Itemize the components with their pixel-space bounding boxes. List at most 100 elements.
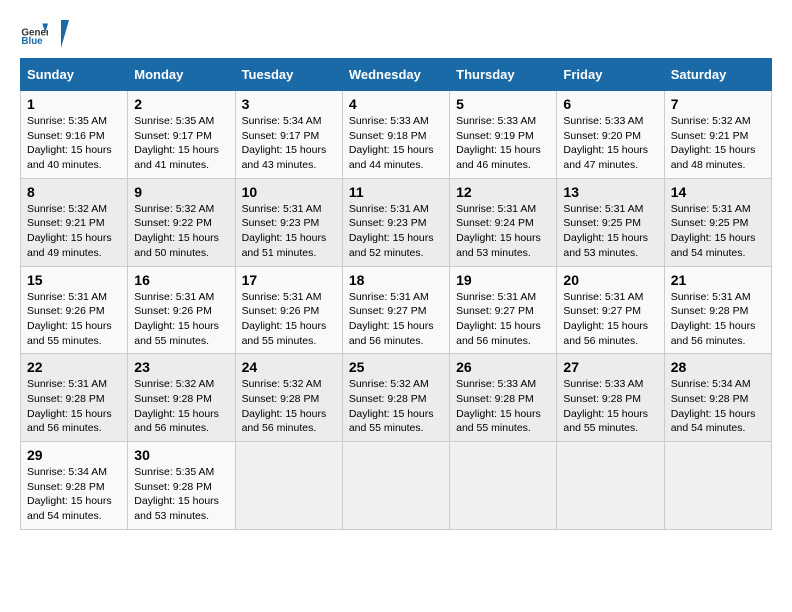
day-number: 23 bbox=[134, 359, 228, 375]
day-cell: 22 Sunrise: 5:31 AMSunset: 9:28 PMDaylig… bbox=[21, 354, 128, 442]
day-cell: 14 Sunrise: 5:31 AMSunset: 9:25 PMDaylig… bbox=[664, 178, 771, 266]
empty-cell bbox=[557, 442, 664, 530]
day-info: Sunrise: 5:31 AMSunset: 9:26 PMDaylight:… bbox=[27, 291, 112, 347]
day-info: Sunrise: 5:33 AMSunset: 9:18 PMDaylight:… bbox=[349, 115, 434, 171]
day-cell: 17 Sunrise: 5:31 AMSunset: 9:26 PMDaylig… bbox=[235, 266, 342, 354]
day-info: Sunrise: 5:32 AMSunset: 9:28 PMDaylight:… bbox=[134, 378, 219, 434]
day-info: Sunrise: 5:34 AMSunset: 9:17 PMDaylight:… bbox=[242, 115, 327, 171]
day-info: Sunrise: 5:35 AMSunset: 9:17 PMDaylight:… bbox=[134, 115, 219, 171]
day-number: 11 bbox=[349, 184, 443, 200]
day-info: Sunrise: 5:33 AMSunset: 9:28 PMDaylight:… bbox=[563, 378, 648, 434]
header-thursday: Thursday bbox=[450, 59, 557, 91]
day-info: Sunrise: 5:31 AMSunset: 9:27 PMDaylight:… bbox=[456, 291, 541, 347]
day-number: 19 bbox=[456, 272, 550, 288]
day-info: Sunrise: 5:34 AMSunset: 9:28 PMDaylight:… bbox=[671, 378, 756, 434]
day-number: 28 bbox=[671, 359, 765, 375]
calendar-table: Sunday Monday Tuesday Wednesday Thursday… bbox=[20, 58, 772, 530]
empty-cell bbox=[450, 442, 557, 530]
day-info: Sunrise: 5:32 AMSunset: 9:22 PMDaylight:… bbox=[134, 203, 219, 259]
weekday-header-row: Sunday Monday Tuesday Wednesday Thursday… bbox=[21, 59, 772, 91]
day-number: 5 bbox=[456, 96, 550, 112]
day-info: Sunrise: 5:31 AMSunset: 9:23 PMDaylight:… bbox=[349, 203, 434, 259]
day-number: 18 bbox=[349, 272, 443, 288]
day-info: Sunrise: 5:32 AMSunset: 9:21 PMDaylight:… bbox=[27, 203, 112, 259]
day-info: Sunrise: 5:35 AMSunset: 9:16 PMDaylight:… bbox=[27, 115, 112, 171]
day-cell: 25 Sunrise: 5:32 AMSunset: 9:28 PMDaylig… bbox=[342, 354, 449, 442]
day-info: Sunrise: 5:31 AMSunset: 9:28 PMDaylight:… bbox=[671, 291, 756, 347]
header-saturday: Saturday bbox=[664, 59, 771, 91]
day-info: Sunrise: 5:31 AMSunset: 9:26 PMDaylight:… bbox=[242, 291, 327, 347]
day-cell: 8 Sunrise: 5:32 AMSunset: 9:21 PMDayligh… bbox=[21, 178, 128, 266]
day-cell: 20 Sunrise: 5:31 AMSunset: 9:27 PMDaylig… bbox=[557, 266, 664, 354]
day-cell: 29 Sunrise: 5:34 AMSunset: 9:28 PMDaylig… bbox=[21, 442, 128, 530]
day-info: Sunrise: 5:33 AMSunset: 9:19 PMDaylight:… bbox=[456, 115, 541, 171]
day-info: Sunrise: 5:31 AMSunset: 9:25 PMDaylight:… bbox=[563, 203, 648, 259]
day-cell: 1 Sunrise: 5:35 AMSunset: 9:16 PMDayligh… bbox=[21, 91, 128, 179]
day-cell: 18 Sunrise: 5:31 AMSunset: 9:27 PMDaylig… bbox=[342, 266, 449, 354]
day-info: Sunrise: 5:31 AMSunset: 9:23 PMDaylight:… bbox=[242, 203, 327, 259]
day-number: 4 bbox=[349, 96, 443, 112]
day-info: Sunrise: 5:31 AMSunset: 9:27 PMDaylight:… bbox=[563, 291, 648, 347]
calendar-row: 8 Sunrise: 5:32 AMSunset: 9:21 PMDayligh… bbox=[21, 178, 772, 266]
day-cell: 15 Sunrise: 5:31 AMSunset: 9:26 PMDaylig… bbox=[21, 266, 128, 354]
header-friday: Friday bbox=[557, 59, 664, 91]
day-number: 22 bbox=[27, 359, 121, 375]
day-info: Sunrise: 5:31 AMSunset: 9:26 PMDaylight:… bbox=[134, 291, 219, 347]
empty-cell bbox=[342, 442, 449, 530]
day-cell: 4 Sunrise: 5:33 AMSunset: 9:18 PMDayligh… bbox=[342, 91, 449, 179]
day-cell: 3 Sunrise: 5:34 AMSunset: 9:17 PMDayligh… bbox=[235, 91, 342, 179]
logo: General Blue bbox=[20, 20, 70, 48]
day-number: 2 bbox=[134, 96, 228, 112]
day-number: 12 bbox=[456, 184, 550, 200]
day-cell: 26 Sunrise: 5:33 AMSunset: 9:28 PMDaylig… bbox=[450, 354, 557, 442]
day-number: 10 bbox=[242, 184, 336, 200]
day-number: 1 bbox=[27, 96, 121, 112]
day-cell: 10 Sunrise: 5:31 AMSunset: 9:23 PMDaylig… bbox=[235, 178, 342, 266]
day-info: Sunrise: 5:32 AMSunset: 9:21 PMDaylight:… bbox=[671, 115, 756, 171]
header-wednesday: Wednesday bbox=[342, 59, 449, 91]
day-number: 24 bbox=[242, 359, 336, 375]
page-header: General Blue bbox=[20, 20, 772, 48]
day-info: Sunrise: 5:32 AMSunset: 9:28 PMDaylight:… bbox=[242, 378, 327, 434]
day-number: 7 bbox=[671, 96, 765, 112]
day-cell: 30 Sunrise: 5:35 AMSunset: 9:28 PMDaylig… bbox=[128, 442, 235, 530]
day-number: 14 bbox=[671, 184, 765, 200]
day-number: 20 bbox=[563, 272, 657, 288]
day-cell: 16 Sunrise: 5:31 AMSunset: 9:26 PMDaylig… bbox=[128, 266, 235, 354]
day-cell: 7 Sunrise: 5:32 AMSunset: 9:21 PMDayligh… bbox=[664, 91, 771, 179]
day-cell: 5 Sunrise: 5:33 AMSunset: 9:19 PMDayligh… bbox=[450, 91, 557, 179]
day-cell: 6 Sunrise: 5:33 AMSunset: 9:20 PMDayligh… bbox=[557, 91, 664, 179]
day-number: 26 bbox=[456, 359, 550, 375]
day-info: Sunrise: 5:31 AMSunset: 9:27 PMDaylight:… bbox=[349, 291, 434, 347]
day-number: 8 bbox=[27, 184, 121, 200]
day-cell: 11 Sunrise: 5:31 AMSunset: 9:23 PMDaylig… bbox=[342, 178, 449, 266]
header-sunday: Sunday bbox=[21, 59, 128, 91]
day-info: Sunrise: 5:31 AMSunset: 9:28 PMDaylight:… bbox=[27, 378, 112, 434]
day-cell: 13 Sunrise: 5:31 AMSunset: 9:25 PMDaylig… bbox=[557, 178, 664, 266]
calendar-row: 1 Sunrise: 5:35 AMSunset: 9:16 PMDayligh… bbox=[21, 91, 772, 179]
day-cell: 2 Sunrise: 5:35 AMSunset: 9:17 PMDayligh… bbox=[128, 91, 235, 179]
day-number: 16 bbox=[134, 272, 228, 288]
day-number: 6 bbox=[563, 96, 657, 112]
day-info: Sunrise: 5:35 AMSunset: 9:28 PMDaylight:… bbox=[134, 466, 219, 522]
header-tuesday: Tuesday bbox=[235, 59, 342, 91]
day-cell: 21 Sunrise: 5:31 AMSunset: 9:28 PMDaylig… bbox=[664, 266, 771, 354]
day-cell: 28 Sunrise: 5:34 AMSunset: 9:28 PMDaylig… bbox=[664, 354, 771, 442]
day-number: 17 bbox=[242, 272, 336, 288]
empty-cell bbox=[664, 442, 771, 530]
day-number: 9 bbox=[134, 184, 228, 200]
day-info: Sunrise: 5:31 AMSunset: 9:25 PMDaylight:… bbox=[671, 203, 756, 259]
empty-cell bbox=[235, 442, 342, 530]
day-number: 15 bbox=[27, 272, 121, 288]
day-cell: 12 Sunrise: 5:31 AMSunset: 9:24 PMDaylig… bbox=[450, 178, 557, 266]
day-number: 21 bbox=[671, 272, 765, 288]
day-cell: 27 Sunrise: 5:33 AMSunset: 9:28 PMDaylig… bbox=[557, 354, 664, 442]
day-cell: 9 Sunrise: 5:32 AMSunset: 9:22 PMDayligh… bbox=[128, 178, 235, 266]
day-number: 25 bbox=[349, 359, 443, 375]
day-number: 13 bbox=[563, 184, 657, 200]
svg-text:Blue: Blue bbox=[21, 36, 43, 47]
calendar-row: 15 Sunrise: 5:31 AMSunset: 9:26 PMDaylig… bbox=[21, 266, 772, 354]
day-number: 3 bbox=[242, 96, 336, 112]
day-info: Sunrise: 5:34 AMSunset: 9:28 PMDaylight:… bbox=[27, 466, 112, 522]
day-cell: 24 Sunrise: 5:32 AMSunset: 9:28 PMDaylig… bbox=[235, 354, 342, 442]
